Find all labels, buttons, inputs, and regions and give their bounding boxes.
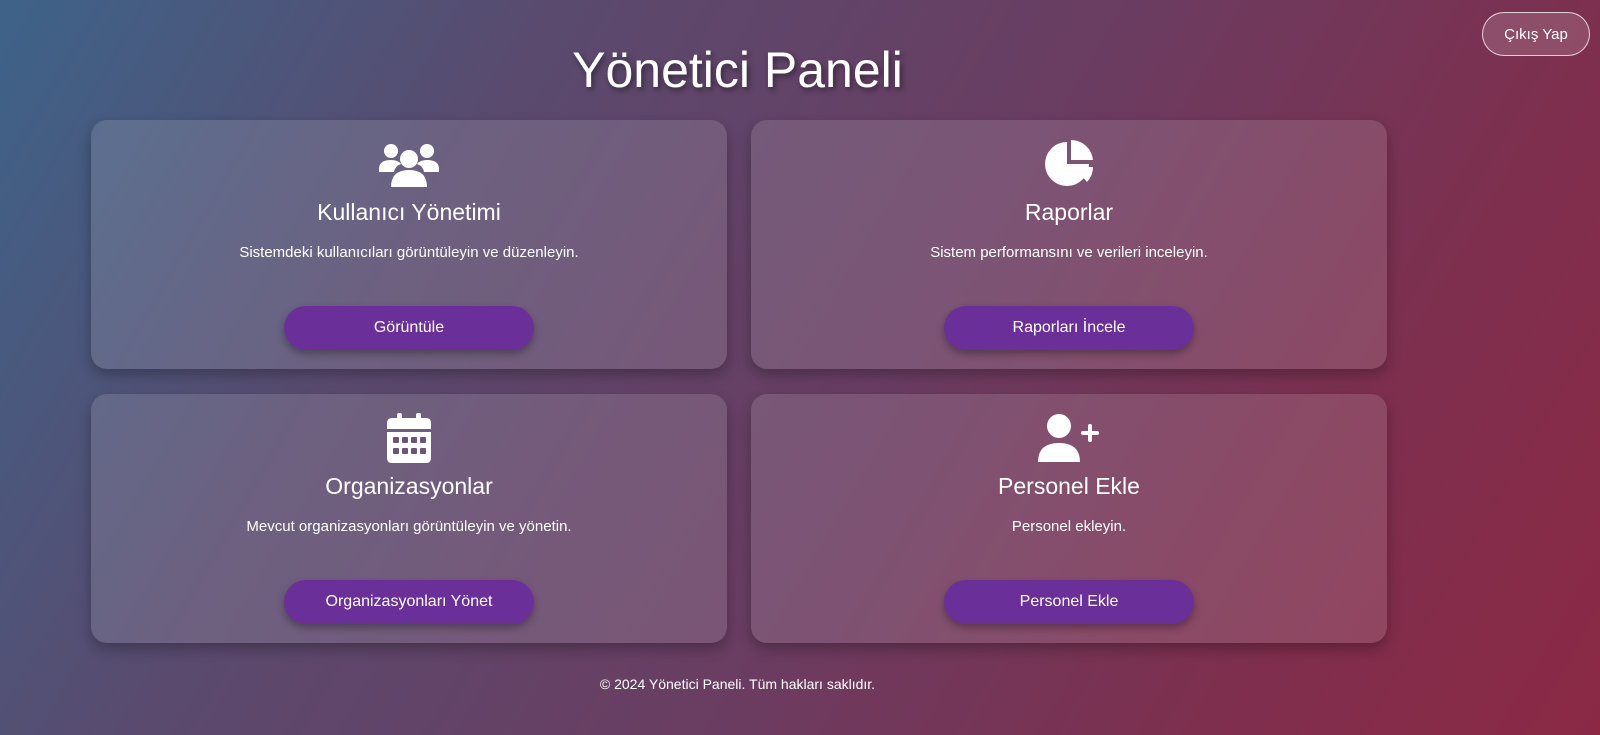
card-title: Organizasyonlar	[325, 473, 493, 499]
calendar-icon	[378, 412, 440, 464]
card-organizations: Organizasyonlar Mevcut organizasyonları …	[91, 394, 727, 643]
card-description: Personel ekleyin.	[1011, 518, 1127, 535]
card-add-staff: Personel Ekle Personel ekleyin. Personel…	[751, 394, 1387, 643]
view-users-button[interactable]: Görüntüle	[284, 306, 534, 350]
pie-chart-icon	[1038, 138, 1100, 190]
view-reports-button[interactable]: Raporları İncele	[944, 306, 1194, 350]
card-description: Sistem performansını ve verileri inceley…	[930, 244, 1208, 261]
card-title: Kullanıcı Yönetimi	[317, 199, 501, 225]
card-title: Personel Ekle	[998, 473, 1140, 499]
card-description: Mevcut organizasyonları görüntüleyin ve …	[246, 518, 572, 535]
page-title: Yönetici Paneli	[572, 42, 903, 98]
card-reports: Raporlar Sistem performansını ve veriler…	[751, 120, 1387, 369]
add-staff-button[interactable]: Personel Ekle	[944, 580, 1194, 624]
logout-button[interactable]: Çıkış Yap	[1482, 12, 1590, 56]
footer-copyright: © 2024 Yönetici Paneli. Tüm hakları sakl…	[599, 676, 876, 692]
dashboard-grid: Kullanıcı Yönetimi Sistemdeki kullanıcıl…	[91, 120, 1387, 643]
card-user-management: Kullanıcı Yönetimi Sistemdeki kullanıcıl…	[91, 120, 727, 369]
users-icon	[378, 138, 440, 190]
card-title: Raporlar	[1024, 199, 1114, 225]
user-plus-icon	[1038, 412, 1100, 464]
card-description: Sistemdeki kullanıcıları görüntüleyin ve…	[239, 244, 579, 261]
manage-organizations-button[interactable]: Organizasyonları Yönet	[284, 580, 534, 624]
